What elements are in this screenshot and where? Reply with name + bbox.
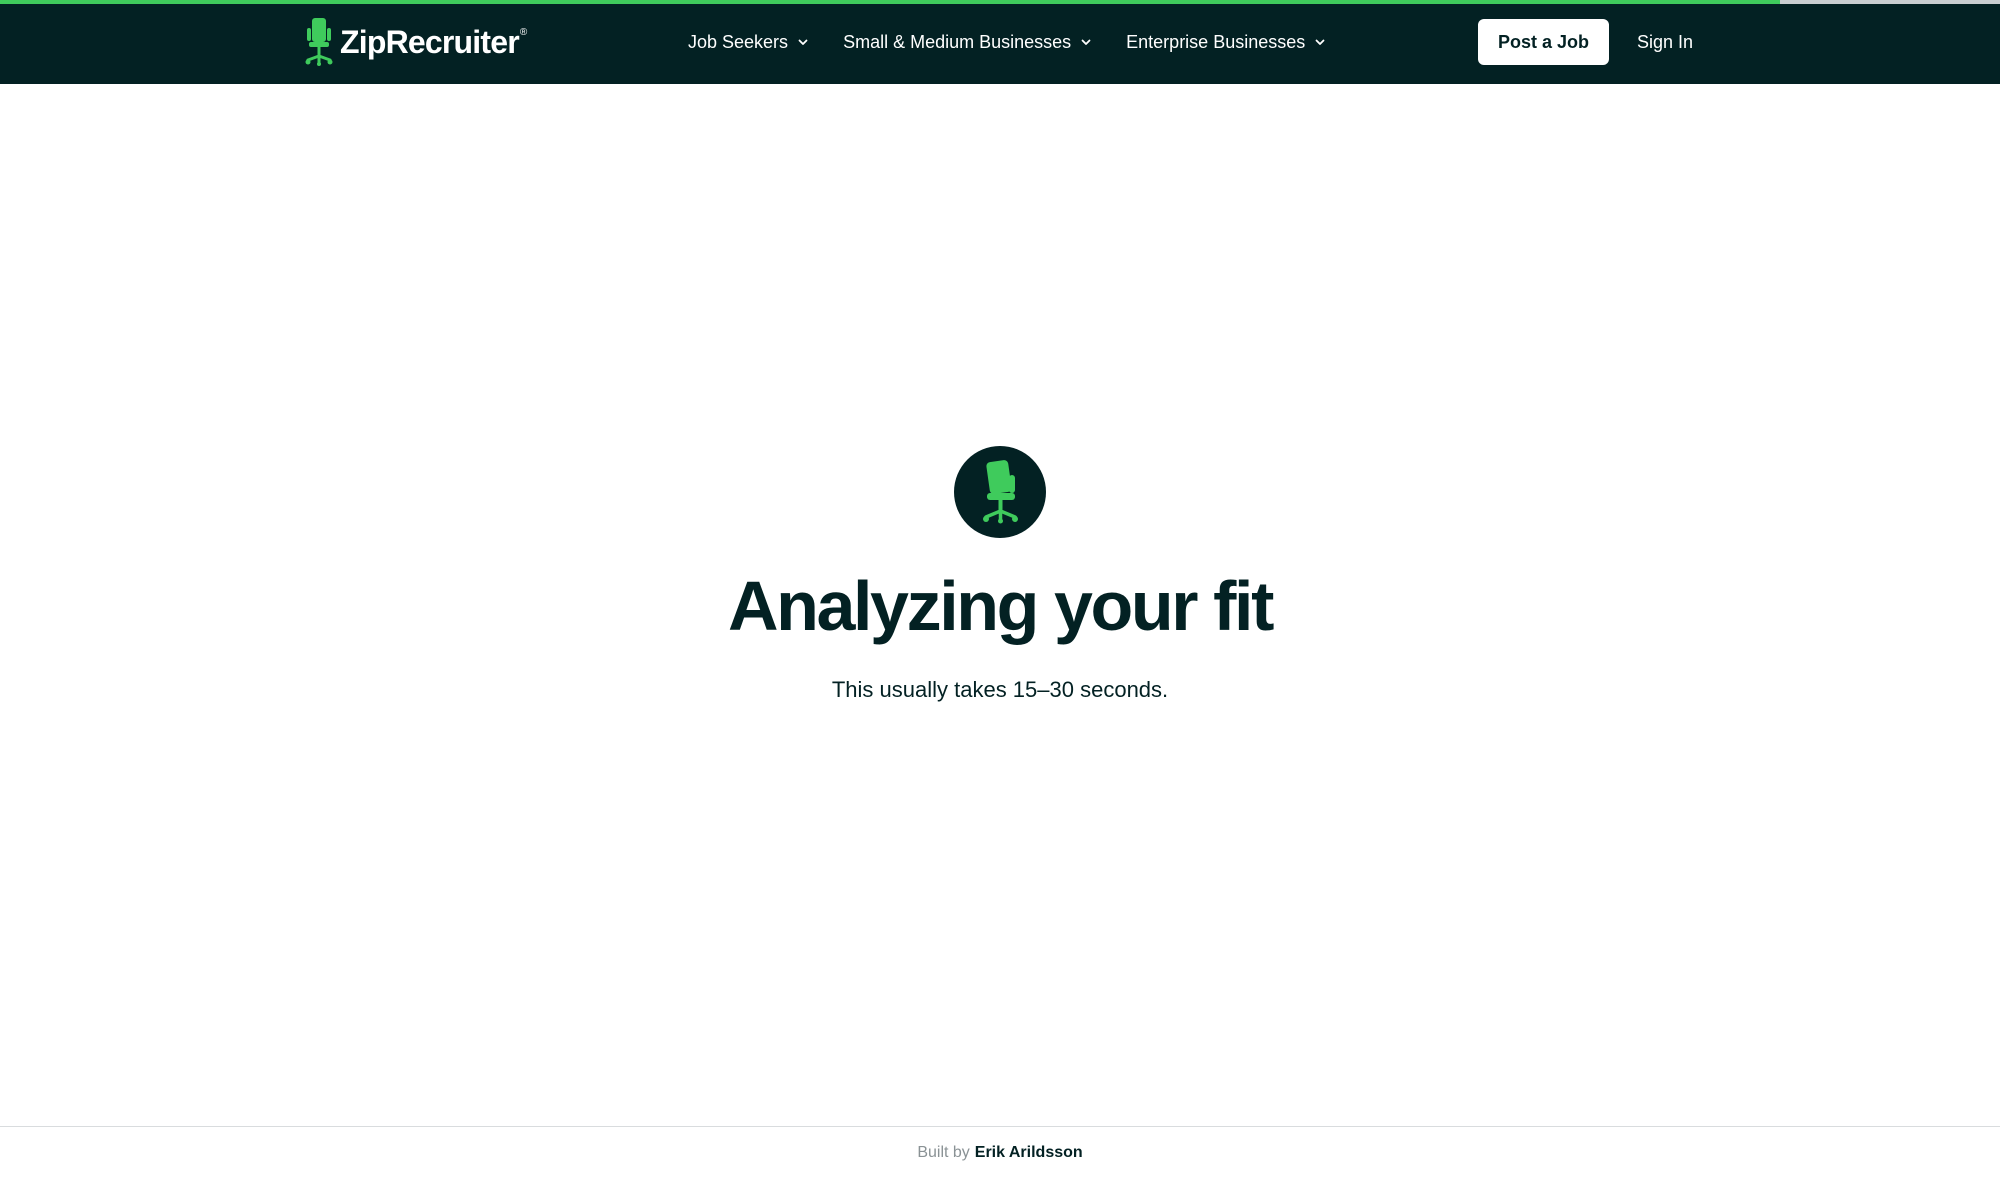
site-footer: Built by Erik Arildsson <box>0 1126 2000 1178</box>
loading-subtitle: This usually takes 15–30 seconds. <box>831 677 1169 702</box>
nav-item-label: Small & Medium Businesses <box>843 31 1072 52</box>
ziprecruiter-logo[interactable]: ZipRecruiter ® <box>304 18 527 66</box>
office-chair-icon <box>305 18 333 66</box>
page-title: Analyzing your fit <box>727 567 1274 645</box>
loading-badge <box>954 446 1046 538</box>
logo-wordmark: ZipRecruiter <box>340 24 520 60</box>
nav-item-label: Job Seekers <box>688 31 789 52</box>
chevron-down-icon <box>1315 39 1325 45</box>
footer-credit-prefix: Built by <box>917 1143 970 1161</box>
footer-author-link[interactable]: Erik Arildsson <box>975 1144 1083 1162</box>
loading-progress-bar <box>0 0 2000 4</box>
nav-item-label: Enterprise Businesses <box>1126 31 1306 52</box>
chevron-down-icon <box>1081 39 1091 45</box>
main-content: Analyzing your fit This usually takes 15… <box>0 84 2000 1126</box>
loading-progress-fill <box>0 0 1780 4</box>
page: ZipRecruiter ® Job Seekers Small & Mediu… <box>0 0 2000 1178</box>
nav-item-job-seekers[interactable]: Job Seekers <box>688 32 809 53</box>
post-a-job-button[interactable]: Post a Job <box>1478 19 1609 65</box>
nav-item-enterprise-businesses[interactable]: Enterprise Businesses <box>1126 32 1326 53</box>
nav-item-small-medium-businesses[interactable]: Small & Medium Businesses <box>843 32 1092 53</box>
registered-mark: ® <box>519 26 528 38</box>
chevron-down-icon <box>798 39 808 45</box>
main-nav: Job Seekers Small & Medium Businesses En… <box>688 0 1360 84</box>
sign-in-link[interactable]: Sign In <box>1637 19 1693 65</box>
site-header: ZipRecruiter ® Job Seekers Small & Mediu… <box>0 0 2000 84</box>
office-chair-icon <box>983 460 1018 524</box>
